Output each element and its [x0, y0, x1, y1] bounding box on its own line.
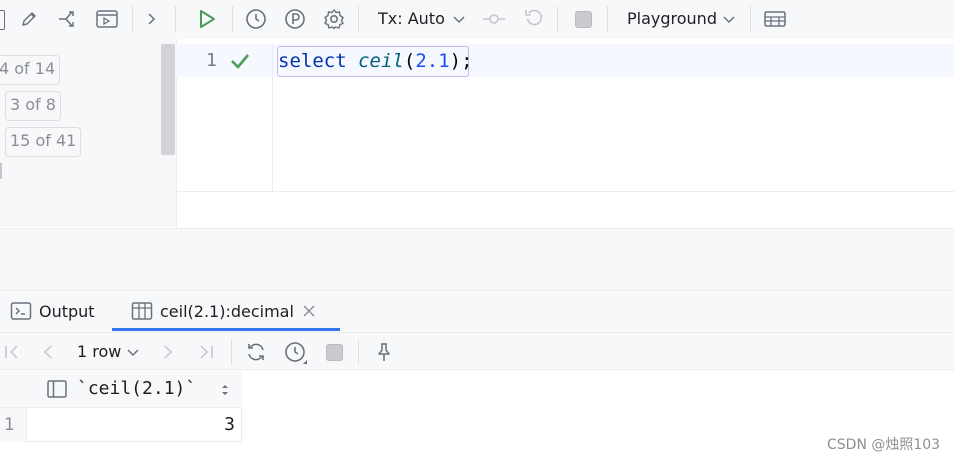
chevron-down-icon[interactable] — [720, 10, 738, 28]
rollback-icon — [523, 7, 545, 29]
tree-edge — [0, 163, 2, 179]
count-badge: 3 of 8 — [5, 91, 61, 121]
row-number-cell: 1 — [0, 408, 27, 442]
sql-function: ceil — [358, 50, 404, 72]
panel-scrollbar[interactable] — [161, 44, 175, 155]
pin-icon[interactable] — [373, 341, 395, 363]
grid-header: `ceil(2.1)` — [0, 371, 242, 408]
session-dropdown[interactable]: Playground — [627, 9, 717, 29]
cell-value: 3 — [224, 414, 235, 435]
tx-mode-dropdown[interactable]: Tx: Auto — [378, 9, 445, 29]
previous-page-icon — [38, 342, 58, 362]
check-icon — [228, 49, 252, 73]
line-number: 1 — [206, 50, 217, 71]
run-console-icon[interactable] — [95, 8, 119, 30]
chevron-down-icon[interactable] — [124, 343, 142, 361]
close-icon[interactable] — [301, 303, 317, 319]
settings-icon[interactable] — [322, 7, 346, 31]
merge-icon[interactable] — [56, 8, 82, 30]
row-count-dropdown[interactable]: 1 row — [77, 342, 121, 362]
results-toolbar: 1 row — [0, 332, 954, 370]
sql-statement[interactable]: select ceil(2.1); — [278, 49, 473, 73]
count-badge: 4 of 14 — [0, 55, 61, 85]
chevron-right-icon[interactable] — [142, 10, 160, 28]
first-page-icon — [2, 342, 22, 362]
sql-number: 2.1 — [415, 50, 450, 72]
gutter-divider — [272, 44, 273, 191]
table-cell[interactable]: 3 — [27, 408, 242, 442]
database-explorer-panel: 4 of 14 3 of 8 15 of 41 — [0, 39, 176, 227]
active-tab-indicator — [112, 328, 340, 331]
watermark: CSDN @烛照103 — [827, 437, 941, 453]
sql-keyword: select — [278, 50, 347, 72]
history-icon[interactable] — [283, 340, 309, 366]
services-tabs: Output ceil(2.1):decimal — [0, 290, 954, 332]
sql-paren: ) — [449, 50, 462, 72]
stop-icon — [573, 9, 593, 29]
next-page-icon — [158, 342, 178, 362]
explain-plan-icon[interactable] — [283, 7, 307, 31]
edit-icon[interactable] — [18, 8, 40, 30]
sql-semicolon: ; — [461, 50, 473, 72]
commit-icon — [481, 10, 507, 28]
main-toolbar: Tx: Auto Playground — [0, 0, 954, 39]
chevron-down-icon[interactable] — [450, 10, 468, 28]
column-icon — [46, 379, 68, 399]
editor-divider — [176, 191, 954, 192]
column-header[interactable]: `ceil(2.1)` — [77, 378, 196, 400]
tab-output[interactable]: Output — [39, 302, 95, 322]
console-icon — [10, 301, 32, 321]
sql-paren: ( — [403, 50, 416, 72]
splitter-area — [0, 228, 954, 290]
count-badge: 15 of 41 — [5, 127, 82, 157]
sort-icon[interactable] — [218, 381, 232, 399]
tab-result[interactable]: ceil(2.1):decimal — [160, 302, 294, 322]
refresh-icon[interactable] — [244, 340, 268, 364]
panel-icon[interactable] — [0, 10, 5, 30]
table-icon — [131, 301, 153, 321]
last-page-icon — [196, 342, 216, 362]
stop-icon — [324, 342, 344, 362]
row-number: 1 — [4, 415, 15, 435]
table-view-icon[interactable] — [763, 8, 787, 30]
run-icon[interactable] — [195, 7, 219, 31]
history-icon[interactable] — [244, 7, 268, 31]
